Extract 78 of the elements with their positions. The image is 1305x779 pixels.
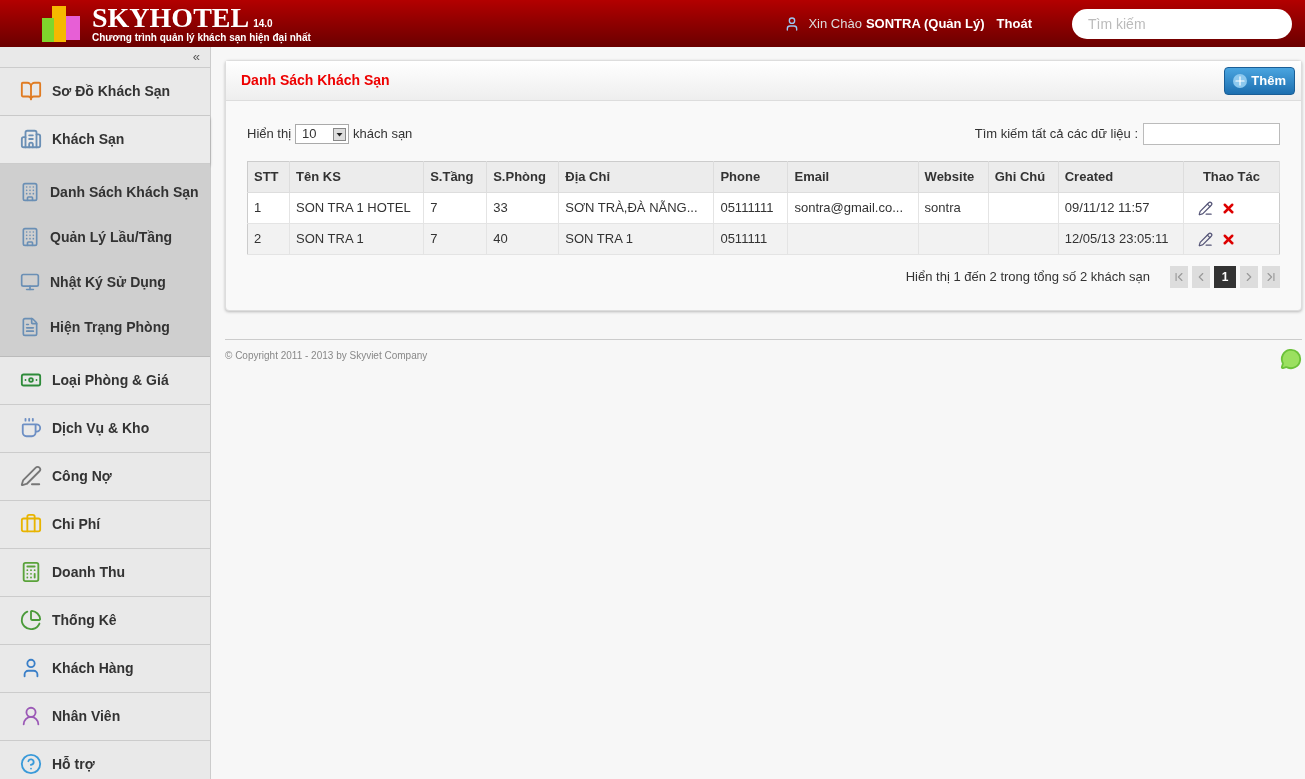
column-header[interactable]: S.Tầng [423, 161, 487, 193]
table-cell: sontra [924, 200, 961, 216]
show-label: Hiển thị [247, 125, 292, 144]
copyright-text: © Copyright 2011 - 2013 by Skyviet Company [225, 349, 428, 363]
table-cell: 1 [254, 200, 262, 216]
table-cell: 2 [254, 231, 262, 247]
column-header[interactable]: Thao Tác [1183, 161, 1280, 193]
table-cell: 0511111 [720, 231, 768, 247]
page-button[interactable]: 1 [1214, 266, 1236, 288]
chat-bubble-icon[interactable] [1280, 348, 1302, 370]
submenu-item[interactable]: Danh Sách Khách Sạn [0, 169, 210, 215]
column-header[interactable]: Phone [713, 161, 788, 193]
sidebar-item[interactable]: Chi Phí [0, 500, 210, 549]
sidebar-item[interactable]: Sơ Đồ Khách Sạn [0, 67, 210, 116]
table-cell: 7 [430, 200, 438, 216]
search-label: Tìm kiếm tất cả các dữ liệu : [974, 125, 1138, 144]
plus-icon [1233, 73, 1248, 88]
menu-icon [20, 609, 42, 631]
submenu-icon [20, 317, 40, 337]
table-cell: 09/11/12 11:57 [1064, 200, 1150, 216]
collapse-button[interactable]: « [192, 47, 200, 67]
column-header[interactable]: Ghi Chú [988, 161, 1059, 193]
sidebar-item[interactable]: Nhân Viên [0, 692, 210, 741]
table-cell: SON TRA 1 [565, 231, 633, 247]
menu-icon [20, 753, 42, 775]
greeting-text: Xin Chào [808, 14, 862, 33]
search-field[interactable]: Tìm kiếm [1072, 8, 1292, 39]
add-button[interactable]: Thêm [1224, 66, 1295, 95]
menu-icon [20, 705, 42, 727]
sidebar-item[interactable]: Loại Phòng & Giá [0, 356, 210, 405]
table-cell: 40 [493, 231, 508, 247]
menu-icon [20, 561, 42, 583]
sidebar-item[interactable]: Dịch Vụ & Kho [0, 404, 210, 453]
table-cell: 7 [430, 231, 438, 247]
table-cell: SON TRA 1 [296, 231, 364, 247]
column-header[interactable]: Email [787, 161, 919, 193]
submenu-icon [20, 182, 40, 202]
tagline: Chương trình quản lý khách sạn hiện đại nhất [92, 33, 311, 43]
menu-icon [20, 465, 42, 487]
sidebar-item[interactable]: Công Nợ [0, 452, 210, 501]
sidebar-item[interactable]: Doanh Thu [0, 548, 210, 597]
sidebar-item[interactable]: Khách Sạn [0, 115, 210, 164]
column-header[interactable]: STT [247, 161, 290, 193]
menu-icon [20, 417, 42, 439]
table-cell: 33 [493, 200, 508, 216]
column-header[interactable]: Created [1058, 161, 1184, 193]
user-name: SONTRA (Quản Lý) [865, 14, 985, 33]
table-cell: 12/05/13 23:05:11 [1064, 231, 1169, 247]
sidebar-item[interactable]: Khách Hàng [0, 644, 210, 693]
sidebar-item[interactable]: Hỗ trợ [0, 740, 210, 779]
dropdown-icon [333, 127, 347, 141]
table-cell: 05111111 [720, 200, 774, 216]
column-header[interactable]: S.Phòng [486, 161, 559, 193]
edit-icon[interactable] [1197, 231, 1213, 247]
page-size-select[interactable]: 10 [295, 124, 350, 144]
submenu-item[interactable]: Hiện Trạng Phòng [0, 304, 210, 350]
panel-title: Danh Sách Khách Sạn [241, 71, 390, 90]
table-cell: SON TRA 1 HOTEL [296, 200, 411, 216]
submenu-item[interactable]: Quản Lý Lầu/Tầng [0, 214, 210, 260]
table-cell: sontra@gmail.co... [794, 200, 904, 216]
submenu-icon [20, 272, 40, 292]
column-header[interactable]: Địa Chỉ [558, 161, 714, 193]
submenu-item[interactable]: Nhật Ký Sử Dụng [0, 259, 210, 305]
column-header[interactable]: Website [918, 161, 989, 193]
submenu-icon [20, 227, 40, 247]
version-label: 14.0 [253, 19, 273, 29]
menu-icon [20, 128, 42, 150]
table-cell: SƠN TRÀ,ĐÀ NẴNG... [565, 200, 698, 216]
menu-icon [20, 80, 42, 102]
edit-icon[interactable] [1197, 200, 1213, 216]
show-suffix: khách sạn [353, 125, 413, 144]
logout-link[interactable]: Thoát [996, 13, 1032, 34]
sidebar-item[interactable]: Thống Kê [0, 596, 210, 645]
menu-icon [20, 513, 42, 535]
table-search-field[interactable] [1143, 123, 1280, 145]
logo-title: SKYHOTEL [92, 4, 250, 32]
column-header[interactable]: Tên KS [289, 161, 424, 193]
table-info: Hiển thị 1 đến 2 trong tổng số 2 khách sạn [905, 268, 1150, 287]
